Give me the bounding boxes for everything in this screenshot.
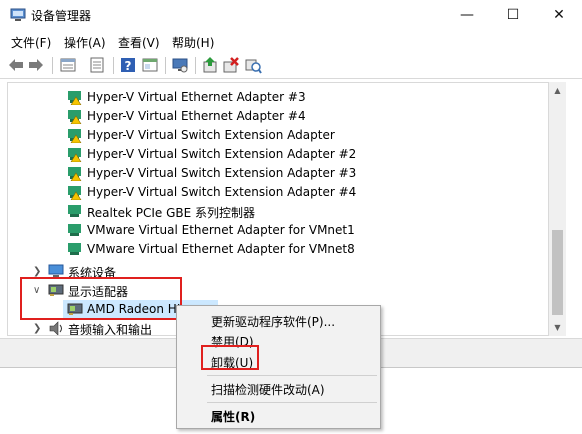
tree-item-label: Realtek PCIe GBE 系列控制器 [87,206,256,220]
audio-icon [49,321,62,335]
vertical-scrollbar[interactable]: ▲ ▼ [549,82,566,336]
tree-item-label: VMware Virtual Ethernet Adapter for VMne… [87,223,355,237]
tree-category-label: 音频输入和输出 [68,323,153,336]
context-menu-properties[interactable]: 属性(R) [177,405,380,425]
minimize-button[interactable]: — [444,0,490,30]
tree-item-label: Hyper-V Virtual Switch Extension Adapter [87,128,335,142]
context-menu-separator [207,375,377,376]
maximize-button[interactable]: ☐ [490,0,536,30]
chevron-right-icon[interactable]: ❯ [33,323,41,334]
details-icon[interactable] [88,56,106,74]
menu-action[interactable]: 操作(A) [64,34,106,51]
network-adapter-warning-icon [68,148,82,162]
window-title: 设备管理器 [31,9,92,23]
network-adapter-warning-icon [68,167,82,181]
help-icon[interactable]: ? [119,56,137,74]
tree-item-label: Hyper-V Virtual Switch Extension Adapter… [87,166,357,180]
menu-file[interactable]: 文件(F) [11,34,51,51]
tree-item-label: Hyper-V Virtual Ethernet Adapter #4 [87,109,306,123]
tree-item-label: Hyper-V Virtual Switch Extension Adapter… [87,185,357,199]
toolbar: ? [0,53,582,79]
forward-icon[interactable] [27,56,45,74]
tree-item-label: VMware Virtual Ethernet Adapter for VMne… [87,242,355,256]
tree-item[interactable]: VMware Virtual Ethernet Adapter for VMne… [8,240,548,259]
panel-icon[interactable] [141,56,159,74]
toolbar-separator [165,57,166,74]
menu-view[interactable]: 查看(V) [118,34,160,51]
toolbar-separator [195,57,196,74]
network-adapter-icon [68,243,81,255]
toolbar-separator [52,57,53,74]
title-bar[interactable]: 设备管理器 — ☐ ✕ [0,0,582,30]
tree-item[interactable]: VMware Virtual Ethernet Adapter for VMne… [8,221,548,240]
context-menu-separator [207,402,377,403]
tree-item-label: Hyper-V Virtual Ethernet Adapter #3 [87,90,306,104]
svg-text:?: ? [125,59,132,73]
scan-hardware-icon[interactable] [244,56,262,74]
context-menu-update-driver[interactable]: 更新驱动程序软件(P)... [177,310,380,330]
tree-item[interactable]: Hyper-V Virtual Ethernet Adapter #4 [8,107,548,126]
toolbar-separator [113,57,114,74]
network-adapter-icon [68,205,81,217]
annotation-highlight-display-adapters [20,277,182,320]
chevron-right-icon[interactable]: ❯ [33,266,41,277]
network-adapter-warning-icon [68,186,82,200]
network-adapter-warning-icon [68,129,82,143]
scroll-up-arrow-icon[interactable]: ▲ [549,82,566,99]
menu-help[interactable]: 帮助(H) [172,34,214,51]
network-adapter-icon [68,224,81,236]
menu-bar: 文件(F) 操作(A) 查看(V) 帮助(H) [0,30,582,52]
context-menu-scan[interactable]: 扫描检测硬件改动(A) [177,378,380,398]
tree-item[interactable]: Realtek PCIe GBE 系列控制器 [8,202,548,221]
context-menu-label: 扫描检测硬件改动(A) [211,383,325,397]
uninstall-icon[interactable] [222,56,240,74]
annotation-highlight-uninstall [201,345,259,370]
device-manager-app-icon [10,8,26,21]
tree-item-label: Hyper-V Virtual Switch Extension Adapter… [87,147,357,161]
scroll-down-arrow-icon[interactable]: ▼ [549,319,566,336]
properties-window-icon[interactable] [59,56,77,74]
network-adapter-warning-icon [68,91,82,105]
network-adapter-warning-icon [68,110,82,124]
back-icon[interactable] [7,56,25,74]
tree-item[interactable]: Hyper-V Virtual Switch Extension Adapter [8,126,548,145]
tree-item[interactable]: Hyper-V Virtual Switch Extension Adapter… [8,183,548,202]
monitor-icon[interactable] [171,56,189,74]
tree-item[interactable]: Hyper-V Virtual Ethernet Adapter #3 [8,88,548,107]
context-menu-label: 更新驱动程序软件(P)... [211,315,336,329]
scrollbar-thumb[interactable] [552,230,563,315]
update-driver-icon[interactable] [201,56,219,74]
context-menu-label: 属性(R) [211,410,256,424]
tree-item[interactable]: Hyper-V Virtual Switch Extension Adapter… [8,145,548,164]
close-button[interactable]: ✕ [536,0,582,30]
tree-item[interactable]: Hyper-V Virtual Switch Extension Adapter… [8,164,548,183]
